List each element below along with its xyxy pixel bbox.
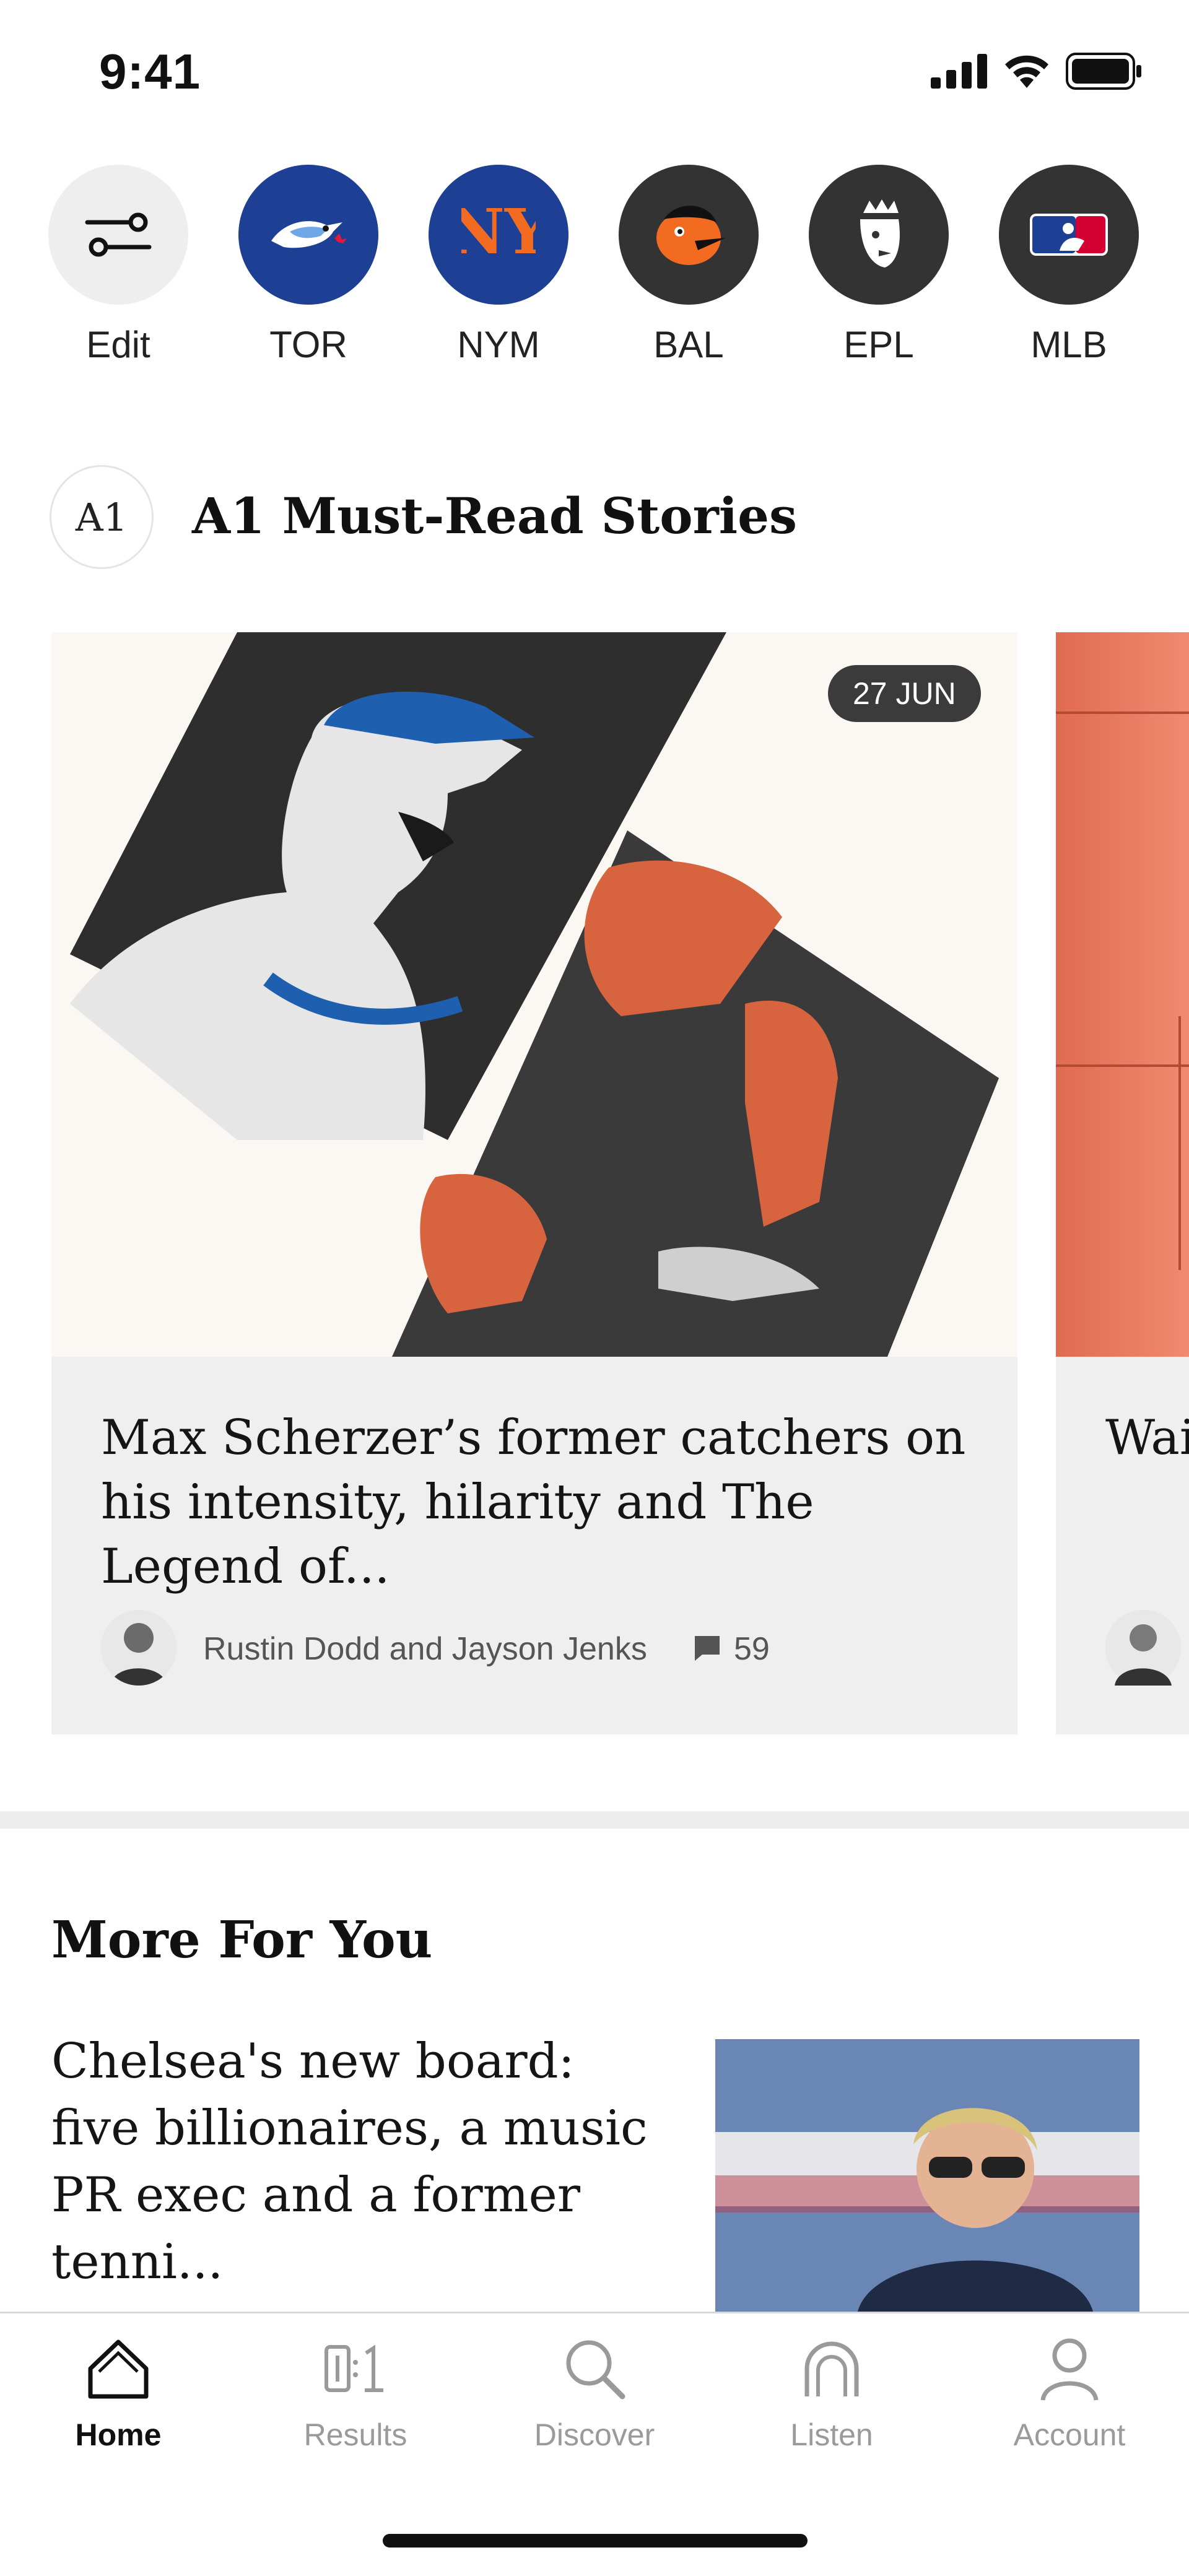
date-badge: 27 JUN <box>828 665 981 722</box>
team-item-tor[interactable]: TOR <box>238 165 378 366</box>
section-divider <box>0 1811 1189 1829</box>
status-icons <box>931 53 1143 90</box>
orioles-logo-icon <box>619 165 759 305</box>
story-illustration <box>51 632 1017 1357</box>
story-authors: Rustin Dodd and Jayson Jenks <box>203 1631 647 1667</box>
tab-home[interactable]: Home <box>25 2334 211 2453</box>
tab-label: Account <box>1013 2417 1126 2452</box>
team-item-bal[interactable]: BAL <box>619 165 759 366</box>
story-illustration <box>1056 711 1189 1270</box>
sliders-icon <box>48 165 188 305</box>
tab-account[interactable]: Account <box>977 2334 1162 2453</box>
team-item-edit[interactable]: Edit <box>48 165 188 366</box>
story-photo <box>715 2039 1139 2312</box>
tab-label: Listen <box>790 2417 873 2452</box>
tab-results[interactable]: Results <box>263 2334 448 2453</box>
scoreboard-icon <box>324 2344 383 2392</box>
cellular-signal-icon <box>931 54 987 89</box>
battery-icon <box>1066 53 1141 90</box>
author-avatar <box>101 1610 176 1686</box>
team-label: EPL <box>843 324 914 365</box>
team-item-epl[interactable]: EPL <box>809 165 949 366</box>
team-item-nym[interactable]: NY NYM <box>429 165 568 366</box>
home-icon <box>88 2339 149 2399</box>
search-icon <box>566 2340 625 2400</box>
story-image[interactable] <box>715 2039 1139 2312</box>
team-item-mlb[interactable]: MLB <box>999 165 1139 366</box>
account-icon <box>1040 2338 1099 2401</box>
story-headline[interactable]: Max Scherzer’s former catchers on his in… <box>101 1406 980 1599</box>
comment-icon <box>694 1635 721 1665</box>
story-headline[interactable]: Chelsea's new board: five billionaires, … <box>51 2028 671 2295</box>
team-label: Edit <box>86 324 150 365</box>
team-label: BAL <box>653 324 724 365</box>
headphones-icon <box>804 2341 859 2396</box>
status-time: 9:41 <box>99 44 201 99</box>
mets-logo-icon: NY <box>429 165 568 305</box>
mlb-logo-icon <box>999 165 1139 305</box>
team-label: MLB <box>1030 324 1107 365</box>
comment-count: 59 <box>734 1631 770 1667</box>
story-image[interactable] <box>1056 632 1189 1357</box>
section-title: A1 Must-Read Stories <box>192 487 798 545</box>
tab-label: Discover <box>534 2417 655 2452</box>
wifi-icon <box>1005 55 1048 88</box>
team-label: NYM <box>457 324 540 365</box>
team-label: TOR <box>269 324 347 365</box>
story-headline[interactable]: Wai dow <box>1105 1406 1189 1470</box>
svg-text:NY: NY <box>461 195 536 268</box>
section-title: More For You <box>51 1910 433 1970</box>
blue-jays-logo-icon <box>238 165 378 305</box>
tab-discover[interactable]: Discover <box>502 2334 687 2453</box>
home-indicator <box>383 2534 808 2548</box>
tab-label: Results <box>303 2417 407 2452</box>
tab-listen[interactable]: Listen <box>739 2334 925 2453</box>
story-image[interactable] <box>51 632 1017 1357</box>
tab-label: Home <box>75 2417 162 2452</box>
a1-badge: A1 <box>50 465 154 569</box>
author-avatar <box>1105 1610 1181 1686</box>
premier-league-logo-icon <box>809 165 949 305</box>
